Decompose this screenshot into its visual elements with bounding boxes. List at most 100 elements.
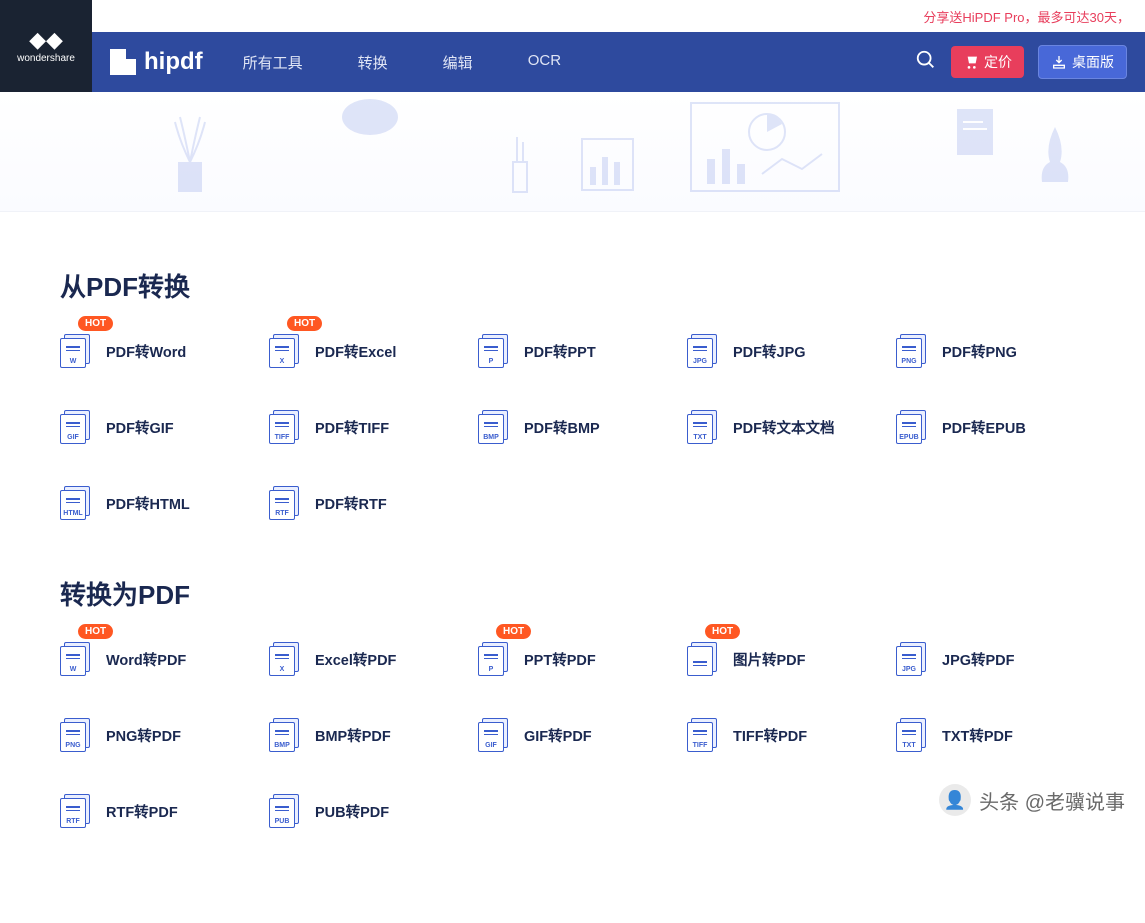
tool-label: PDF转GIF (106, 417, 174, 438)
tool-item[interactable]: PNGPDF转PNG (896, 334, 1085, 368)
hot-badge: HOT (287, 316, 322, 331)
tool-item[interactable]: TIFFPDF转TIFF (269, 410, 458, 444)
file-icon: RTF (269, 486, 299, 520)
file-icon: W (60, 334, 90, 368)
file-icon: EPUB (896, 410, 926, 444)
tool-label: TIFF转PDF (733, 725, 807, 746)
tool-item[interactable]: HOTWWord转PDF (60, 642, 249, 676)
tool-item[interactable]: X Excel转PDF (269, 642, 458, 676)
tool-item[interactable]: HOTXPDF转Excel (269, 334, 458, 368)
tool-item[interactable]: PUB PUB转PDF (269, 794, 458, 828)
file-icon: P (478, 642, 508, 676)
tool-label: PDF转Word (106, 341, 186, 362)
tool-item[interactable]: TXTPDF转文本文档 (687, 410, 876, 444)
tool-label: JPG转PDF (942, 649, 1015, 670)
tool-label: RTF转PDF (106, 801, 178, 822)
pen-decoration (505, 127, 535, 197)
file-icon: BMP (478, 410, 508, 444)
section-0: 从PDF转换HOTWPDF转WordHOTXPDF转ExcelPPDF转PPTJ… (60, 267, 1085, 520)
nav-convert[interactable]: 转换 (358, 52, 388, 73)
tool-item[interactable]: HTML PDF转HTML (60, 486, 249, 520)
tool-item[interactable]: HOTPPPT转PDF (478, 642, 667, 676)
tool-label: PDF转PPT (524, 341, 596, 362)
tool-label: 图片转PDF (733, 649, 806, 670)
file-icon: PNG (60, 718, 90, 752)
watermark-icon: 👤 (939, 784, 971, 816)
tool-item[interactable]: GIFGIF转PDF (478, 718, 667, 752)
file-icon: TIFF (687, 718, 717, 752)
file-icon: HTML (60, 486, 90, 520)
nav-links: 所有工具 转换 编辑 OCR (243, 52, 561, 73)
file-icon: JPG (687, 334, 717, 368)
promo-text: 分享送HiPDF Pro，最多可达30天， (923, 7, 1130, 26)
tool-item[interactable]: RTF PDF转RTF (269, 486, 458, 520)
watermark: 👤 头条 @老骥说事 (939, 784, 1125, 816)
tool-item[interactable]: JPG PDF转JPG (687, 334, 876, 368)
doc-decoration (955, 107, 995, 157)
file-icon: P (478, 334, 508, 368)
tool-item[interactable]: GIF PDF转GIF (60, 410, 249, 444)
tool-item[interactable]: P PDF转PPT (478, 334, 667, 368)
tool-label: PDF转RTF (315, 493, 387, 514)
tool-label: PDF转TIFF (315, 417, 389, 438)
file-icon: GIF (478, 718, 508, 752)
file-icon: X (269, 642, 299, 676)
hot-badge: HOT (705, 624, 740, 639)
tool-item[interactable]: JPGJPG转PDF (896, 642, 1085, 676)
main-content: 从PDF转换 HOT W PDF转Word HOT X PDF转Excel P PDF转PPT J… (0, 212, 1145, 923)
tool-label: BMP转PDF (315, 725, 391, 746)
tool-label: PDF转JPG (733, 341, 806, 362)
search-icon[interactable] (915, 49, 937, 76)
nav-ocr[interactable]: OCR (528, 52, 561, 73)
pricing-button[interactable]: 定价 (951, 46, 1024, 78)
promo-banner[interactable]: 分享送HiPDF Pro，最多可达30天， (0, 0, 1145, 32)
nav-all-tools[interactable]: 所有工具 (243, 52, 303, 73)
header: ◆◆ wondershare hipdf 所有工具 转换 编辑 OCR 定价 桌… (0, 32, 1145, 92)
tool-item[interactable]: RTFRTF转PDF (60, 794, 249, 828)
tool-grid: HOTWWord转PDFXExcel转PDFHOTPPPT转PDFHOT图片转P… (60, 642, 1085, 828)
brand[interactable]: hipdf (110, 48, 203, 76)
tool-label: Excel转PDF (315, 649, 396, 670)
file-icon (687, 642, 717, 676)
desktop-label: 桌面版 (1072, 52, 1114, 72)
file-icon: X (269, 334, 299, 368)
file-icon: GIF (60, 410, 90, 444)
chart-decoration-2 (690, 102, 840, 192)
tool-label: PDF转EPUB (942, 417, 1026, 438)
tool-label: TXT转PDF (942, 725, 1013, 746)
wondershare-logo[interactable]: ◆◆ wondershare (0, 0, 92, 92)
nav-right: 定价 桌面版 (915, 45, 1127, 79)
pricing-label: 定价 (984, 52, 1012, 72)
brand-icon (110, 49, 136, 75)
tool-label: PNG转PDF (106, 725, 181, 746)
section-title: 从PDF转换 (60, 267, 1085, 304)
file-icon: W (60, 642, 90, 676)
tool-label: PDF转Excel (315, 341, 396, 362)
ink-decoration (1030, 122, 1080, 192)
tool-label: PDF转BMP (524, 417, 600, 438)
tool-item[interactable]: BMP PDF转BMP (478, 410, 667, 444)
tool-item[interactable]: PNG PNG转PDF (60, 718, 249, 752)
tool-item[interactable]: TXTTXT转PDF (896, 718, 1085, 752)
file-icon: PUB (269, 794, 299, 828)
tool-item[interactable]: EPUB PDF转EPUB (896, 410, 1085, 444)
tool-label: PDF转HTML (106, 493, 190, 514)
tool-item[interactable]: BMPBMP转PDF (269, 718, 458, 752)
tool-label: PUB转PDF (315, 801, 389, 822)
tool-label: Word转PDF (106, 649, 186, 670)
hot-badge: HOT (78, 624, 113, 639)
section-title: 转换为PDF (60, 575, 1085, 612)
tool-item[interactable]: TIFF TIFF转PDF (687, 718, 876, 752)
desktop-button[interactable]: 桌面版 (1038, 45, 1127, 79)
tool-label: PDF转文本文档 (733, 417, 835, 438)
hero-banner (0, 92, 1145, 212)
wondershare-text: wondershare (17, 53, 75, 64)
tool-item[interactable]: HOT图片转PDF (687, 642, 876, 676)
tool-label: PPT转PDF (524, 649, 596, 670)
brand-name: hipdf (144, 48, 203, 76)
tool-item[interactable]: HOTWPDF转Word (60, 334, 249, 368)
hot-badge: HOT (496, 624, 531, 639)
nav-edit[interactable]: 编辑 (443, 52, 473, 73)
chart-decoration-1 (580, 137, 635, 192)
wondershare-icon: ◆◆ (29, 29, 63, 51)
